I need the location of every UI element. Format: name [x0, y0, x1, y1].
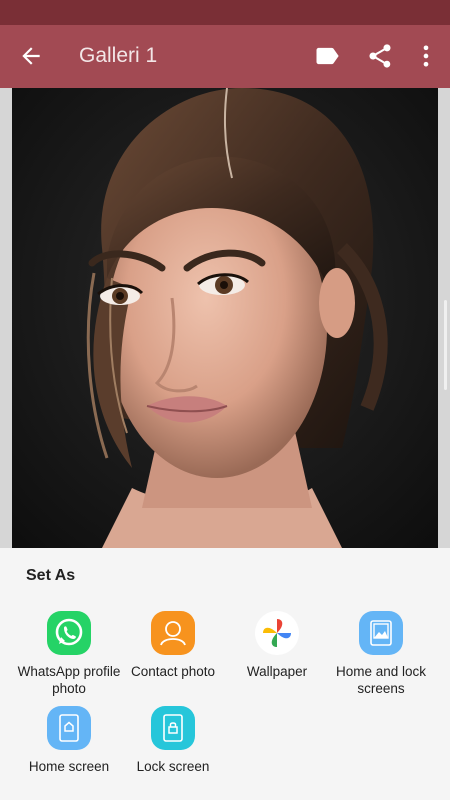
- home-screen-icon: [47, 706, 91, 750]
- whatsapp-icon: [47, 611, 91, 655]
- option-label: WhatsApp profile photo: [17, 664, 121, 696]
- set-as-sheet: Set As WhatsApp profile photo Contact ph…: [0, 548, 450, 800]
- contact-photo-icon: [151, 611, 195, 655]
- option-whatsapp-profile-photo[interactable]: WhatsApp profile photo: [17, 611, 121, 697]
- option-label: Lock screen: [136, 759, 210, 774]
- portrait-image: [12, 88, 438, 548]
- more-vert-icon[interactable]: [412, 42, 440, 70]
- option-label: Home and lock screens: [335, 664, 427, 696]
- option-home-screen[interactable]: Home screen: [17, 706, 121, 775]
- google-photos-icon: [255, 611, 299, 655]
- scroll-indicator[interactable]: [444, 300, 447, 390]
- option-wallpaper[interactable]: Wallpaper: [225, 611, 329, 680]
- option-label: Wallpaper: [246, 664, 308, 679]
- home-lock-screens-icon: [359, 611, 403, 655]
- page-title: Galleri 1: [79, 44, 158, 67]
- lock-screen-icon: [151, 706, 195, 750]
- option-home-and-lock-screens[interactable]: Home and lock screens: [329, 611, 433, 697]
- option-lock-screen[interactable]: Lock screen: [121, 706, 225, 775]
- arrow-back-icon[interactable]: [18, 43, 44, 69]
- status-bar: [0, 0, 450, 25]
- option-contact-photo[interactable]: Contact photo: [121, 611, 225, 680]
- option-label: Contact photo: [130, 664, 216, 679]
- gallery-photo[interactable]: [12, 88, 438, 548]
- share-icon[interactable]: [366, 42, 394, 70]
- app-bar: Galleri 1: [0, 25, 450, 88]
- label-icon[interactable]: [313, 42, 341, 70]
- sheet-title: Set As: [26, 567, 76, 584]
- option-label: Home screen: [28, 759, 110, 774]
